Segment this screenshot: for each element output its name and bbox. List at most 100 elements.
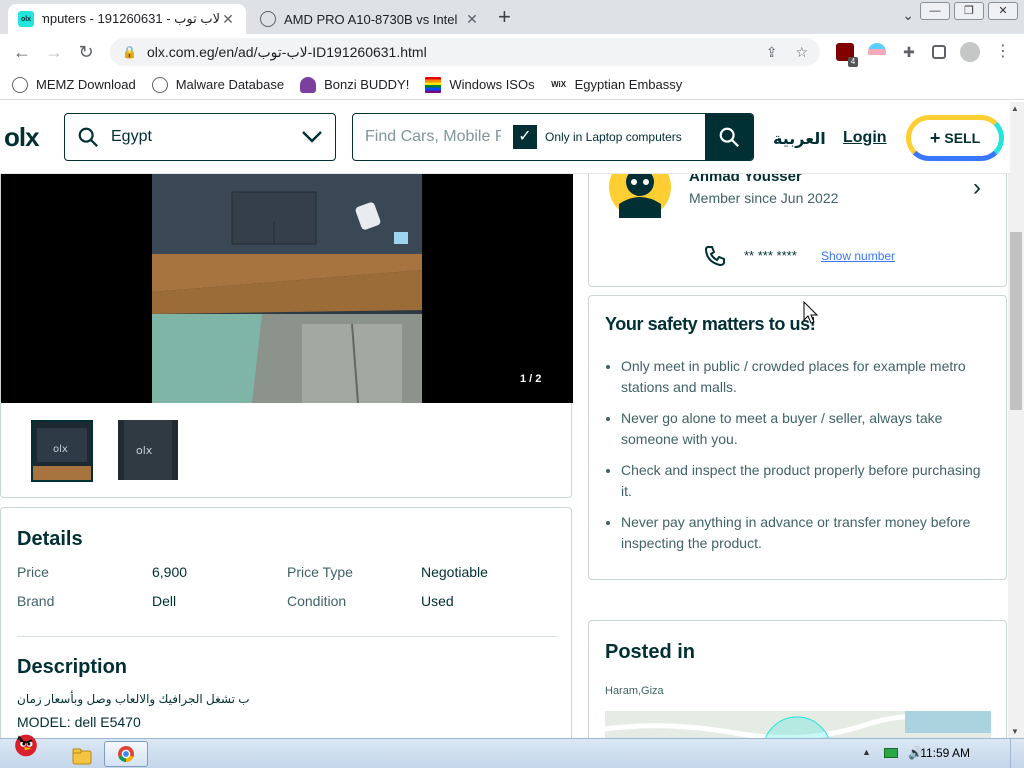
list-item: Only meet in public / crowded places for… [621,356,991,398]
file-explorer-icon[interactable] [71,743,93,768]
chrome-taskbar-button[interactable] [104,741,148,767]
restore-button[interactable]: ❐ [954,2,984,20]
detail-label-price-type: Price Type [287,564,353,580]
scroll-down-icon[interactable]: ▼ [1011,727,1019,736]
bookmark-label: Bonzi BUDDY! [324,77,410,92]
close-tab-icon[interactable]: ✕ [220,11,236,28]
lock-icon[interactable]: 🔒 [122,45,137,59]
details-card: Details Price 6,900 Price Type Negotiabl… [0,507,572,747]
windows-flag-icon [425,76,442,93]
url-bar[interactable]: 🔒 olx.com.eg/en/ad/لاب-توب-ID191260631.h… [110,38,820,66]
details-heading: Details [17,528,83,550]
chevron-down-icon [302,131,322,143]
tab-search-chevron-icon[interactable]: ⌄ [902,7,914,24]
bookmark-label: MEMZ Download [36,77,136,92]
window-controls: — ❐ ✕ [914,0,1024,22]
bookmark-star-icon[interactable]: ☆ [795,44,808,61]
search-icon [78,127,98,147]
browser-tab-bar: olx لاب توب - 191260631 - Computers ✕ AM… [0,0,1024,34]
bookmark-label: Windows ISOs [449,77,535,92]
close-window-button[interactable]: ✕ [988,2,1018,20]
list-item: Never pay anything in advance or transfe… [621,512,991,554]
plus-icon: + [929,127,941,148]
posted-location: Haram,Giza [605,685,664,697]
posted-in-heading: Posted in [605,641,696,663]
search-input[interactable]: Find Cars, Mobile Phones and more... [353,128,501,146]
phone-masked: ** *** **** [744,248,797,263]
search-bar: Find Cars, Mobile Phones and more... ✓ O… [352,113,754,161]
chrome-icon [118,746,134,763]
bookmark-bonzi-buddy[interactable]: Bonzi BUDDY! [300,76,410,93]
show-number-link[interactable]: Show number [821,249,895,263]
posted-in-card: Posted in Haram,Giza [588,620,1007,750]
bookmark-label: Egyptian Embassy [574,77,683,92]
detail-label-price: Price [17,564,49,580]
language-switch-link[interactable]: العربية [773,129,826,149]
thumbnail-2[interactable]: olx [118,420,180,482]
scrollbar-thumb[interactable] [1010,232,1022,410]
share-icon[interactable]: ⇪ [766,44,778,61]
browser-menu-icon[interactable]: ⋮ [994,43,1012,61]
safety-tips-list: Only meet in public / crowded places for… [621,356,991,564]
sell-button[interactable]: + SELL [906,115,1004,161]
list-item: Check and inspect the product properly b… [621,460,991,502]
olx-logo[interactable]: olx [4,122,40,153]
bookmark-windows-isos[interactable]: Windows ISOs [425,76,535,93]
page-scrollbar[interactable]: ▲ ▼ [1008,102,1024,738]
search-icon [719,127,739,147]
extension-badge: 4 [848,57,858,67]
globe-icon [12,76,28,93]
svg-text:olx: olx [53,444,68,455]
globe-icon [151,76,168,93]
bookmarks-bar: MEMZ Download Malware Database Bonzi BUD… [0,70,1024,100]
ublock-extension-icon[interactable]: 4 [836,43,858,67]
login-link[interactable]: Login [843,129,887,147]
tab-olx-laptop[interactable]: olx لاب توب - 191260631 - Computers ✕ [8,4,246,34]
pride-extension-icon[interactable] [868,43,886,61]
profile-avatar-icon[interactable] [960,42,980,62]
bookmark-malware-database[interactable]: Malware Database [151,76,284,93]
forward-arrow-icon[interactable]: → [38,42,70,63]
description-heading: Description [17,656,128,678]
thumbnail-image: olx [118,420,178,480]
thumbnail-1[interactable]: olx [31,420,93,482]
minimize-button[interactable]: — [920,2,950,20]
scroll-up-icon[interactable]: ▲ [1011,104,1019,113]
detail-value-brand: Dell [152,593,177,609]
new-tab-button[interactable]: + [498,4,511,30]
puzzle-extensions-icon[interactable]: ✚ [900,43,918,61]
phone-icon [704,246,725,267]
back-arrow-icon[interactable]: ← [6,42,38,63]
safety-card: Your safety matters to us! Only meet in … [588,295,1007,580]
main-photo[interactable]: 1 / 2 [1,174,573,403]
chevron-right-icon[interactable]: › [973,174,981,202]
network-tray-icon[interactable] [884,748,898,758]
only-in-category-checkbox[interactable]: ✓ [513,125,537,149]
sell-label: SELL [944,130,981,146]
start-button-angry-bird-icon[interactable] [2,731,50,757]
thumbnail-image: olx [33,422,91,480]
windows-taskbar: ▲ 🔊 11:59 AM [0,734,1024,768]
mouse-cursor-icon [803,301,819,324]
description-line-2: MODEL: dell E5470 [17,714,141,730]
show-desktop-button[interactable] [1010,739,1024,768]
olx-favicon-icon: olx [18,11,34,27]
bookmark-egyptian-embassy[interactable]: WiX Egyptian Embassy [551,77,683,93]
reload-icon[interactable]: ↻ [70,42,102,63]
sidebar-panel-icon[interactable] [932,45,946,59]
close-tab-icon[interactable]: ✕ [464,11,480,28]
detail-value-condition: Used [421,593,454,609]
bookmark-memz[interactable]: MEMZ Download [12,76,136,93]
search-button[interactable] [705,114,753,160]
tab-title: AMD PRO A10-8730B vs Intel [284,11,458,27]
detail-label-condition: Condition [287,593,347,609]
tray-show-hidden-icon[interactable]: ▲ [862,747,871,757]
extensions-area: 4 ✚ ⋮ [836,42,1012,67]
tab-amd-compare[interactable]: AMD PRO A10-8730B vs Intel ✕ [250,4,490,34]
address-toolbar: ← → ↻ 🔒 olx.com.eg/en/ad/لاب-توب-ID19126… [0,34,1024,70]
taskbar-clock[interactable]: 11:59 AM [920,746,970,760]
seller-card[interactable]: Ahmad Yousser Member since Jun 2022 › **… [588,156,1007,287]
detail-label-brand: Brand [17,593,55,609]
location-selector[interactable]: Egypt [64,113,336,161]
url-text: olx.com.eg/en/ad/لاب-توب-ID191260631.htm… [146,43,427,60]
